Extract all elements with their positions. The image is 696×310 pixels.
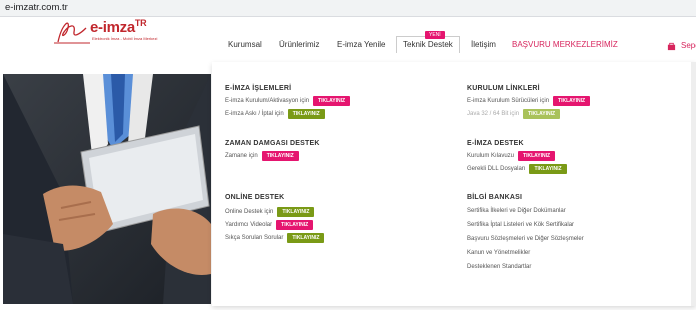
section-title-eimza-islemleri: E-İMZA İŞLEMLERİ (225, 85, 292, 92)
tiklayiniz-button[interactable]: TIKLAYINIZ (276, 220, 314, 230)
link-kanun-yonetmelikler[interactable]: Kanun ve Yönetmelikler (467, 250, 530, 256)
list-item: E-imza Askı / İptal için TIKLAYINIZ (225, 109, 325, 119)
url-text[interactable]: e-imzatr.com.tr (5, 2, 68, 13)
list-item: Yardımcı Videolar TIKLAYINIZ (225, 220, 314, 230)
tiklayiniz-button[interactable]: TIKLAYINIZ (261, 151, 299, 161)
section-title-kurulum-linkleri: KURULUM LİNKLERİ (467, 85, 540, 92)
list-item: Kurulum Kılavuzu TIKLAYINIZ (467, 151, 556, 161)
new-badge: YENİ (425, 31, 445, 39)
list-item: E-imza Kurulum Sürücüleri için TIKLAYINIZ (467, 96, 591, 106)
row-label: Zamane için (225, 153, 258, 159)
nav-basvuru-merkezlerimiz[interactable]: BAŞVURU MERKEZLERİMİZ (512, 40, 618, 49)
row-label: E-imza Kurulum Sürücüleri için (467, 98, 550, 104)
list-item: Java 32 / 64 Bit için TIKLAYINIZ (467, 109, 561, 119)
tiklayiniz-button[interactable]: TIKLAYINIZ (518, 151, 556, 161)
brand-name: e-imzaTR (90, 18, 147, 36)
link-basvuru-sozlesmeleri[interactable]: Başvuru Sözleşmeleri ve Diğer Sözleşmele… (467, 236, 584, 242)
basket-icon[interactable] (667, 42, 676, 51)
row-label: Java 32 / 64 Bit için (467, 111, 520, 117)
list-item: Sıkça Sorulan Sorular TIKLAYINIZ (225, 233, 325, 243)
brand-tagline: Elektronik İmza - Mobil İmza Merkezi (92, 36, 158, 41)
row-label: E-imza Askı / İptal için (225, 111, 284, 117)
hero-photo (3, 74, 211, 304)
row-label: Sıkça Sorulan Sorular (225, 235, 284, 241)
row-label: Gerekli DLL Dosyaları (467, 166, 526, 172)
nav-iletisim[interactable]: İletişim (471, 40, 496, 49)
tiklayiniz-button[interactable]: TIKLAYINIZ (277, 207, 315, 217)
row-label: Yardımcı Videolar (225, 222, 273, 228)
tiklayiniz-button[interactable]: TIKLAYINIZ (529, 164, 567, 174)
tiklayiniz-button[interactable]: TIKLAYINIZ (287, 233, 325, 243)
page-right-edge (691, 62, 696, 306)
list-item: Online Destek için TIKLAYINIZ (225, 207, 315, 217)
section-title-zaman-damgasi: ZAMAN DAMGASI DESTEK (225, 140, 320, 147)
list-item: E-imza Kurulum/Aktivasyon için TIKLAYINIZ (225, 96, 351, 106)
site-logo[interactable]: e-imzaTR Elektronik İmza - Mobil İmza Me… (52, 14, 157, 48)
row-label: Kurulum Kılavuzu (467, 153, 515, 159)
list-item: Gerekli DLL Dosyaları TIKLAYINIZ (467, 164, 567, 174)
list-item: Zamane için TIKLAYINIZ (225, 151, 299, 161)
tiklayiniz-button[interactable]: TIKLAYINIZ (287, 109, 325, 119)
teknik-destek-dropdown: E-İMZA İŞLEMLERİ E-imza Kurulum/Aktivasy… (212, 62, 696, 306)
nav-kurumsal[interactable]: Kurumsal (228, 40, 262, 49)
link-desteklenen-standartlar[interactable]: Desteklenen Standartlar (467, 264, 531, 270)
row-label: Online Destek için (225, 209, 274, 215)
nav-sepet[interactable]: Sepe (681, 41, 696, 50)
signature-logo-icon (54, 22, 90, 44)
row-label: E-imza Kurulum/Aktivasyon için (225, 98, 310, 104)
tiklayiniz-button[interactable]: TIKLAYINIZ (553, 96, 591, 106)
tiklayiniz-button[interactable]: TIKLAYINIZ (313, 96, 351, 106)
section-title-online-destek: ONLİNE DESTEK (225, 194, 285, 201)
nav-urunlerimiz[interactable]: Ürünlerimiz (279, 40, 319, 49)
section-title-eimza-destek: E-İMZA DESTEK (467, 140, 524, 147)
section-title-bilgi-bankasi: BİLGİ BANKASI (467, 194, 523, 201)
link-sertifika-iptal-listeleri[interactable]: Sertifika İptal Listeleri ve Kök Sertifi… (467, 222, 574, 228)
nav-eimza-yenile[interactable]: E-imza Yenile (337, 40, 385, 49)
hero-image (3, 74, 211, 304)
tiklayiniz-button[interactable]: TIKLAYINIZ (523, 109, 561, 119)
link-sertifika-ilkeleri[interactable]: Sertifika İlkeleri ve Diğer Dokümanlar (467, 208, 566, 214)
